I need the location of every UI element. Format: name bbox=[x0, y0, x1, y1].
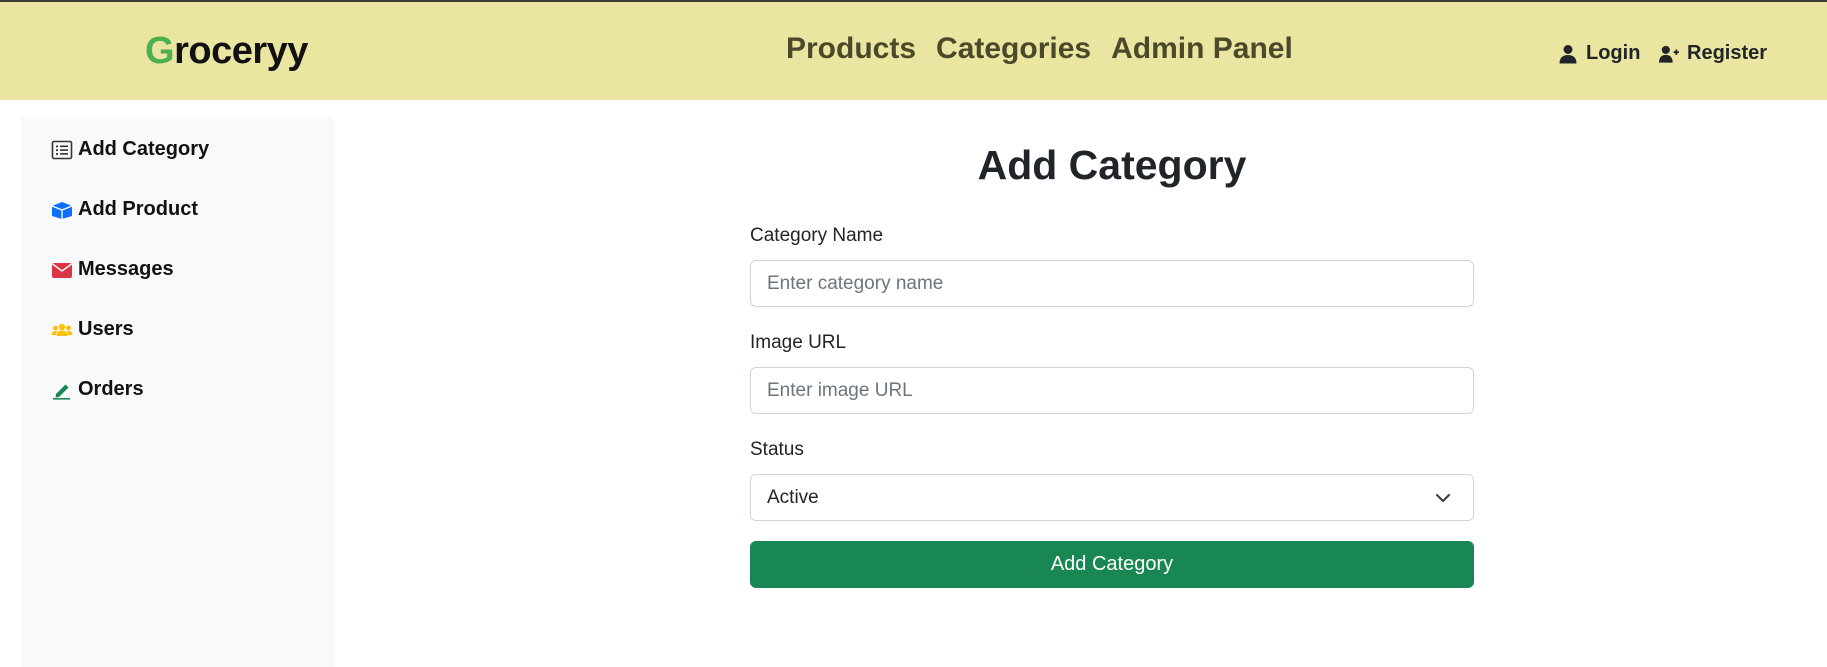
nav-categories-link[interactable]: Categories bbox=[936, 32, 1091, 66]
status-select[interactable]: Active bbox=[750, 474, 1474, 521]
register-link[interactable]: Register bbox=[1659, 42, 1767, 65]
brand-logo-initial: G bbox=[145, 30, 175, 72]
sidebar-item-label: Users bbox=[78, 318, 134, 340]
nav-products-link[interactable]: Products bbox=[786, 32, 916, 66]
pen-icon bbox=[53, 384, 70, 400]
login-label: Login bbox=[1586, 42, 1641, 64]
brand-logo[interactable]: Groceryy bbox=[145, 30, 308, 73]
image-url-label: Image URL bbox=[750, 332, 847, 353]
list-icon bbox=[51, 140, 73, 159]
sidebar-item-label: Messages bbox=[78, 258, 174, 280]
sidebar-item-messages[interactable]: Messages bbox=[51, 258, 174, 281]
main-nav: Products Categories Admin Panel bbox=[786, 32, 1293, 66]
sidebar-item-label: Orders bbox=[78, 378, 144, 400]
top-navbar: Groceryy Products Categories Admin Panel… bbox=[0, 0, 1827, 100]
user-plus-icon bbox=[1659, 45, 1679, 63]
category-name-input[interactable] bbox=[750, 260, 1474, 307]
add-category-button[interactable]: Add Category bbox=[750, 541, 1474, 588]
sidebar-item-label: Add Product bbox=[78, 198, 198, 220]
box-icon bbox=[51, 201, 73, 219]
admin-sidebar: Add Category Add Product Messages Users bbox=[21, 117, 334, 667]
chevron-down-icon bbox=[1436, 494, 1450, 502]
sidebar-item-orders[interactable]: Orders bbox=[51, 378, 144, 401]
users-icon bbox=[51, 323, 73, 336]
status-label: Status bbox=[750, 439, 804, 460]
nav-admin-panel-link[interactable]: Admin Panel bbox=[1111, 32, 1293, 66]
user-icon bbox=[1559, 44, 1577, 63]
login-link[interactable]: Login bbox=[1558, 42, 1640, 65]
page-title: Add Category bbox=[977, 142, 1247, 188]
register-label: Register bbox=[1687, 42, 1768, 64]
envelope-icon bbox=[52, 262, 72, 278]
sidebar-item-add-product[interactable]: Add Product bbox=[51, 198, 198, 221]
image-url-input[interactable] bbox=[750, 367, 1474, 414]
sidebar-item-users[interactable]: Users bbox=[51, 318, 134, 341]
sidebar-item-add-category[interactable]: Add Category bbox=[51, 138, 209, 161]
brand-logo-rest: roceryy bbox=[174, 30, 308, 72]
category-name-label: Category Name bbox=[750, 225, 884, 246]
sidebar-item-label: Add Category bbox=[78, 138, 210, 160]
status-selected-value: Active bbox=[767, 486, 819, 508]
